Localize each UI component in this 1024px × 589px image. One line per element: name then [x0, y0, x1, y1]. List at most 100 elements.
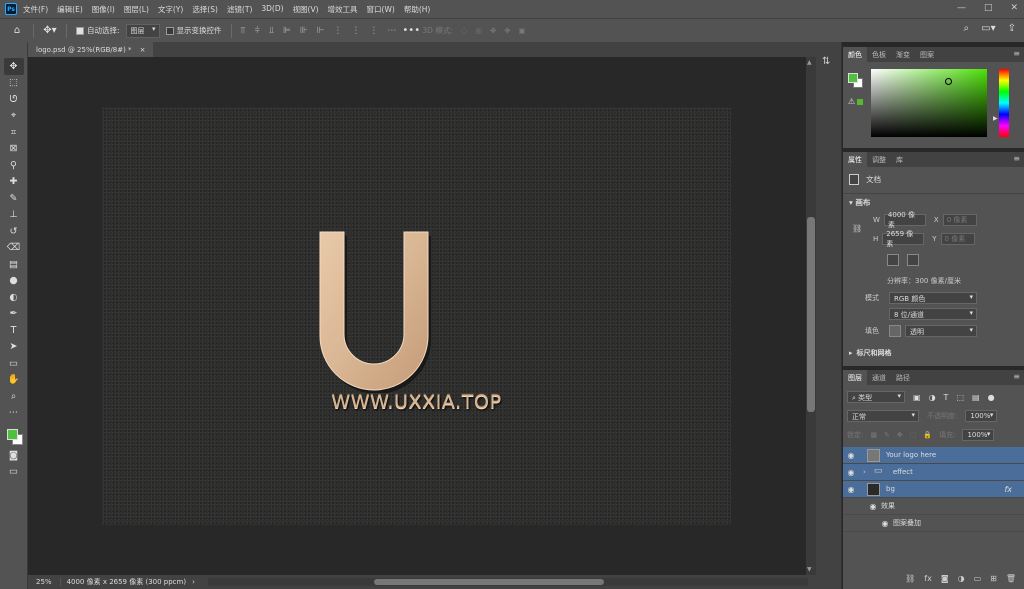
- brush-tool-icon[interactable]: ✎: [4, 190, 24, 207]
- menu-filter[interactable]: 滤镜(T): [227, 4, 252, 15]
- healing-brush-tool-icon[interactable]: ✚: [4, 174, 24, 191]
- 3d-orbit-icon[interactable]: ◌: [461, 26, 468, 35]
- effects-row[interactable]: ◉ 效果: [843, 498, 1024, 515]
- align-left-icon[interactable]: ⊫: [283, 26, 291, 36]
- workspace-icon[interactable]: ▭▾: [981, 23, 995, 34]
- status-menu-arrow-icon[interactable]: ›: [192, 578, 195, 586]
- visibility-eye-icon[interactable]: ◉: [843, 451, 859, 460]
- align-right-icon[interactable]: ⊩: [317, 26, 325, 36]
- 3d-pan-icon[interactable]: ✥: [490, 26, 496, 35]
- new-adjustment-icon[interactable]: ◑: [958, 574, 965, 583]
- tab-properties[interactable]: 属性: [843, 152, 867, 167]
- fill-swatch[interactable]: [889, 325, 901, 337]
- zoom-level[interactable]: 25%: [28, 578, 61, 586]
- rectangle-tool-icon[interactable]: ▭: [4, 355, 24, 372]
- portrait-icon[interactable]: [887, 254, 899, 266]
- landscape-icon[interactable]: [907, 254, 919, 266]
- align-hcenter-icon[interactable]: ⊪: [300, 26, 308, 36]
- auto-select-checkbox[interactable]: 自动选择:: [76, 25, 120, 36]
- menu-file[interactable]: 文件(F): [23, 4, 48, 15]
- align-bottom-icon[interactable]: ⫫: [269, 26, 274, 36]
- effect-eye-icon[interactable]: ◉: [877, 519, 893, 528]
- scroll-down-icon[interactable]: ▼: [807, 566, 812, 573]
- opacity-field[interactable]: 100%: [965, 410, 998, 422]
- height-field[interactable]: 2659 像素: [882, 230, 925, 248]
- effect-item-row[interactable]: ◉ 图案叠加: [843, 515, 1024, 532]
- tab-layers[interactable]: 图层: [843, 370, 867, 385]
- menu-edit[interactable]: 编辑(E): [57, 4, 83, 15]
- mode-dropdown[interactable]: RGB 颜色: [889, 292, 977, 304]
- tab-libraries[interactable]: 库: [891, 152, 908, 167]
- quick-mask-icon[interactable]: ◙: [4, 447, 24, 464]
- tab-paths[interactable]: 路径: [891, 370, 915, 385]
- color-picker-cursor[interactable]: [945, 78, 952, 85]
- tab-color[interactable]: 颜色: [843, 47, 867, 62]
- gamut-color-chip[interactable]: [857, 99, 863, 105]
- add-style-icon[interactable]: fx: [924, 574, 932, 583]
- menu-3d[interactable]: 3D(D): [261, 4, 283, 15]
- fill-field[interactable]: 100%: [962, 429, 995, 441]
- tab-swatches[interactable]: 色板: [867, 47, 891, 62]
- tab-logo-psd[interactable]: logo.psd @ 25%(RGB/8#) * ×: [28, 42, 154, 57]
- filter-toggle-icon[interactable]: ●: [988, 393, 995, 402]
- visibility-eye-icon[interactable]: ◉: [843, 485, 859, 494]
- hand-tool-icon[interactable]: ✋: [4, 372, 24, 389]
- width-field[interactable]: 4000 像素: [883, 211, 926, 229]
- menu-view[interactable]: 视图(V): [293, 4, 319, 15]
- panel-menu-icon[interactable]: ≡: [1013, 49, 1020, 58]
- show-transform-checkbox[interactable]: 显示变换控件: [165, 25, 222, 36]
- share-icon[interactable]: ⇪: [1008, 23, 1016, 34]
- align-top-icon[interactable]: ⫪: [241, 26, 246, 36]
- distribute-left-icon[interactable]: ⋯: [387, 26, 396, 36]
- align-vcenter-icon[interactable]: ⫩: [255, 26, 260, 36]
- canvas-section-header[interactable]: ▾ 画布: [843, 193, 1024, 211]
- lock-image-icon[interactable]: ✎: [884, 431, 890, 439]
- 3d-slide-icon[interactable]: ✥: [504, 26, 510, 35]
- y-field[interactable]: 0 像素: [940, 233, 975, 245]
- x-field[interactable]: 0 像素: [942, 214, 977, 226]
- distribute-bottom-icon[interactable]: ⋮: [369, 26, 378, 36]
- type-tool-icon[interactable]: T: [4, 322, 24, 339]
- dodge-tool-icon[interactable]: ◐: [4, 289, 24, 306]
- close-button[interactable]: ✕: [1010, 3, 1018, 13]
- add-mask-icon[interactable]: ◙: [941, 574, 949, 583]
- panel-menu-icon[interactable]: ≡: [1013, 154, 1020, 163]
- tab-patterns[interactable]: 图案: [915, 47, 939, 62]
- eraser-tool-icon[interactable]: ⌫: [4, 240, 24, 257]
- filter-pixel-icon[interactable]: ▣: [913, 393, 921, 402]
- zoom-tool-icon[interactable]: ⌕: [4, 388, 24, 405]
- vertical-scrollbar[interactable]: ▲ ▼: [806, 57, 816, 575]
- blend-mode-dropdown[interactable]: 正常: [847, 410, 919, 422]
- history-brush-tool-icon[interactable]: ↺: [4, 223, 24, 240]
- blur-tool-icon[interactable]: ●: [4, 273, 24, 290]
- lasso-tool-icon[interactable]: ᘎ: [4, 91, 24, 108]
- tab-channels[interactable]: 通道: [867, 370, 891, 385]
- layer-group-row[interactable]: ◉ › ▭ effect: [843, 464, 1024, 481]
- history-panel-icon[interactable]: ⇅: [822, 56, 830, 67]
- filter-adjustment-icon[interactable]: ◑: [929, 393, 936, 402]
- auto-select-dropdown[interactable]: 图层: [125, 23, 160, 38]
- panel-foreground-color[interactable]: [848, 73, 858, 83]
- frame-tool-icon[interactable]: ⊠: [4, 141, 24, 158]
- 3d-scale-icon[interactable]: ▣: [519, 26, 526, 35]
- menu-select[interactable]: 选择(S): [192, 4, 218, 15]
- filter-type-icon[interactable]: T: [944, 393, 949, 402]
- menu-help[interactable]: 帮助(H): [404, 4, 431, 15]
- layer-row[interactable]: ◉ bg fx: [843, 481, 1024, 498]
- edit-toolbar-icon[interactable]: ⋯: [4, 405, 24, 422]
- gradient-tool-icon[interactable]: ▤: [4, 256, 24, 273]
- horizontal-scroll-thumb[interactable]: [374, 579, 604, 585]
- menu-layer[interactable]: 图层(L): [124, 4, 149, 15]
- minimize-button[interactable]: —: [957, 3, 966, 13]
- maximize-button[interactable]: □: [984, 3, 993, 13]
- hue-slider[interactable]: [999, 69, 1009, 137]
- filter-shape-icon[interactable]: ⬚: [956, 393, 964, 402]
- link-dimensions-icon[interactable]: ⛓: [852, 224, 862, 233]
- menu-plugins[interactable]: 增效工具: [328, 4, 358, 15]
- move-tool-icon[interactable]: ✥: [3, 58, 24, 75]
- quick-select-tool-icon[interactable]: ⌖: [4, 108, 24, 125]
- panel-menu-icon[interactable]: ≡: [1013, 372, 1020, 381]
- rulers-grids-header[interactable]: ▸ 标尺和网格: [849, 348, 892, 358]
- lock-all-icon[interactable]: 🔒: [923, 431, 932, 439]
- delete-layer-icon[interactable]: 🗑: [1006, 574, 1016, 583]
